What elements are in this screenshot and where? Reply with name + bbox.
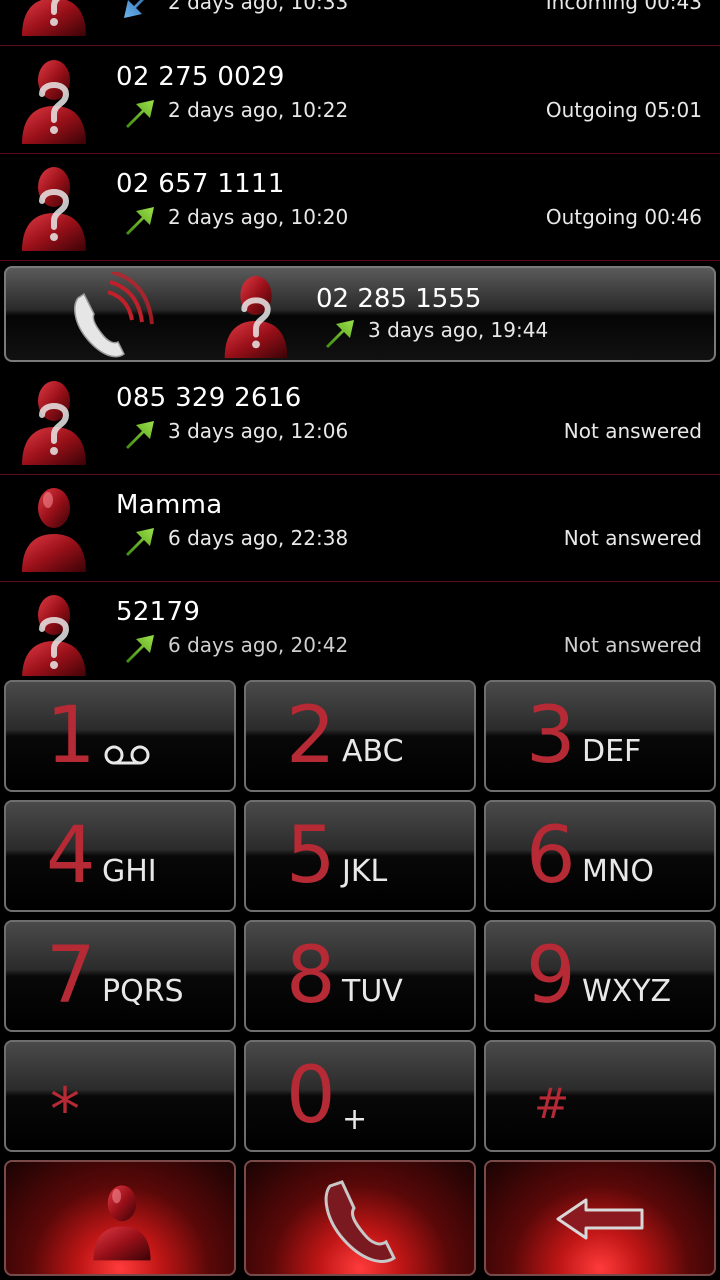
caller-name: 02 285 1555	[316, 284, 482, 314]
caller-name: 02 275 0029	[116, 62, 285, 92]
dial-key-0[interactable]: 0 +	[244, 1040, 476, 1152]
caller-name: Mamma	[116, 490, 223, 520]
selected-call-log-row[interactable]: 02 285 1555 3 days ago, 19:44	[4, 266, 716, 362]
call-log-row[interactable]: 2 days ago, 10:33 Incoming 00:43	[0, 0, 720, 46]
dial-key-1[interactable]: 1	[4, 680, 236, 792]
call-time: 3 days ago, 19:44	[368, 318, 549, 342]
call-meta: 3 days ago, 19:44	[316, 318, 616, 348]
caller-name: 52179	[116, 597, 201, 627]
key-digit: #	[534, 1079, 570, 1128]
incoming-call-arrow-icon	[122, 0, 156, 20]
call-meta: 2 days ago, 10:33 Incoming 00:43	[116, 0, 706, 20]
call-meta: 6 days ago, 22:38 Not answered	[116, 526, 706, 556]
contacts-button[interactable]	[4, 1160, 236, 1276]
key-letters: TUV	[342, 974, 403, 1009]
outgoing-call-arrow-icon	[322, 318, 356, 348]
call-meta: 3 days ago, 12:06 Not answered	[116, 419, 706, 449]
call-status: Not answered	[563, 526, 702, 550]
caller-name: 085 329 2616	[116, 383, 302, 413]
dial-key-9[interactable]: 9 WXYZ	[484, 920, 716, 1032]
call-status: Not answered	[563, 419, 702, 443]
outgoing-call-arrow-icon	[122, 633, 156, 663]
dial-key-5[interactable]: 5 JKL	[244, 800, 476, 912]
dial-key-3[interactable]: 3 DEF	[484, 680, 716, 792]
key-letters: JKL	[342, 854, 388, 889]
key-digit: 1	[46, 691, 96, 781]
unknown-contact-icon	[14, 54, 94, 148]
call-log-list[interactable]: 2 days ago, 10:33 Incoming 00:43 02 275 …	[0, 0, 720, 676]
key-digit: 2	[286, 691, 336, 781]
dial-key-2[interactable]: 2 ABC	[244, 680, 476, 792]
outgoing-call-arrow-icon	[122, 419, 156, 449]
outgoing-call-arrow-icon	[122, 526, 156, 556]
call-time: 6 days ago, 22:38	[168, 526, 349, 550]
unknown-contact-icon	[14, 161, 94, 255]
call-handset-icon	[324, 1180, 396, 1263]
call-meta: 2 days ago, 10:20 Outgoing 00:46	[116, 205, 706, 235]
backspace-button[interactable]	[484, 1160, 716, 1276]
key-letters: ABC	[342, 734, 404, 769]
key-letters: PQRS	[102, 974, 184, 1009]
outgoing-call-arrow-icon	[122, 205, 156, 235]
unknown-contact-icon	[14, 375, 94, 469]
unknown-contact-icon	[216, 270, 296, 362]
call-status: Not answered	[563, 633, 702, 657]
call-log-row[interactable]: Mamma 6 days ago, 22:38 Not answered	[0, 476, 720, 582]
call-log-row[interactable]: 02 275 0029 2 days ago, 10:22 Outgoing 0…	[0, 48, 720, 154]
key-letters: DEF	[582, 734, 642, 769]
contact-silhouette-icon	[86, 1180, 158, 1264]
backspace-icon	[556, 1198, 644, 1240]
unknown-contact-icon	[14, 589, 94, 676]
call-time: 3 days ago, 12:06	[168, 419, 349, 443]
call-time: 6 days ago, 20:42	[168, 633, 349, 657]
key-digit: 5	[286, 811, 336, 901]
call-status: Outgoing 00:46	[545, 205, 702, 229]
outgoing-call-arrow-icon	[122, 98, 156, 128]
call-status: Incoming 00:43	[545, 0, 702, 14]
key-digit: 0	[286, 1051, 336, 1141]
contact-silhouette-icon	[14, 482, 94, 576]
call-meta: 2 days ago, 10:22 Outgoing 05:01	[116, 98, 706, 128]
call-time: 2 days ago, 10:33	[168, 0, 349, 14]
dialpad: 1 2 ABC 3 DEF 4 GHI 5 JKL 6 MNO 7 PQRS 8…	[0, 676, 720, 1280]
call-time: 2 days ago, 10:22	[168, 98, 349, 122]
key-letters: MNO	[582, 854, 654, 889]
voicemail-icon	[104, 745, 150, 765]
key-letters: GHI	[102, 854, 157, 889]
call-log-row[interactable]: 085 329 2616 3 days ago, 12:06 Not answe…	[0, 369, 720, 475]
key-digit: 6	[526, 811, 576, 901]
key-digit: 4	[46, 811, 96, 901]
caller-name: 02 657 1111	[116, 169, 285, 199]
call-log-row[interactable]: 52179 6 days ago, 20:42 Not answered	[0, 583, 720, 676]
dial-key-star[interactable]: *	[4, 1040, 236, 1152]
key-digit: 8	[286, 931, 336, 1021]
dial-key-7[interactable]: 7 PQRS	[4, 920, 236, 1032]
unknown-contact-icon	[14, 0, 94, 40]
dial-key-4[interactable]: 4 GHI	[4, 800, 236, 912]
call-log-row[interactable]: 02 657 1111 2 days ago, 10:20 Outgoing 0…	[0, 155, 720, 261]
dial-key-hash[interactable]: #	[484, 1040, 716, 1152]
key-digit: *	[50, 1075, 80, 1145]
dial-key-8[interactable]: 8 TUV	[244, 920, 476, 1032]
key-letters: WXYZ	[582, 974, 672, 1009]
key-letters: +	[342, 1102, 368, 1137]
call-button[interactable]	[244, 1160, 476, 1276]
call-status: Outgoing 05:01	[545, 98, 702, 122]
call-time: 2 days ago, 10:20	[168, 205, 349, 229]
key-digit: 3	[526, 691, 576, 781]
key-digit: 9	[526, 931, 576, 1021]
key-digit: 7	[46, 931, 96, 1021]
call-handset-icon[interactable]	[58, 272, 154, 360]
call-meta: 6 days ago, 20:42 Not answered	[116, 633, 706, 663]
dial-key-6[interactable]: 6 MNO	[484, 800, 716, 912]
